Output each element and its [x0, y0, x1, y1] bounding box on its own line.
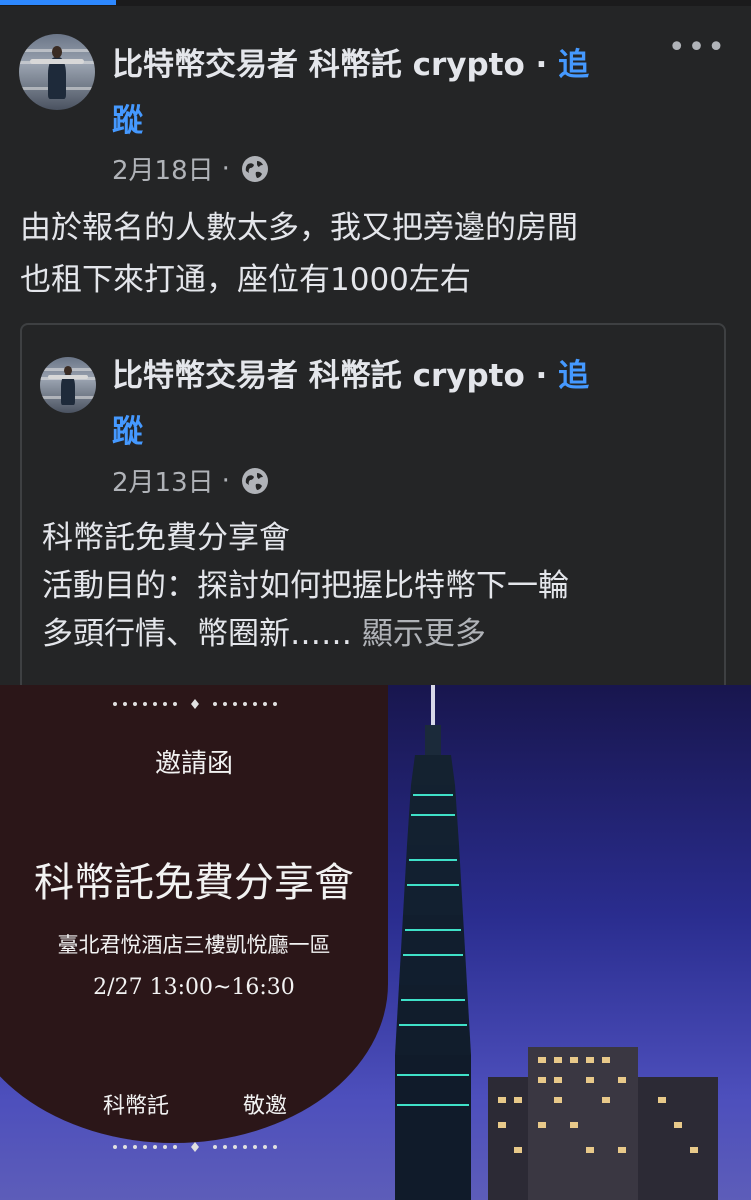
author-name[interactable]: 比特幣交易者 科幣託 crypto: [112, 47, 525, 83]
shared-text-line: 多頭行情、幣圈新…… 顯示更多: [42, 616, 486, 652]
shared-author-avatar[interactable]: [40, 357, 96, 413]
decorative-dots-bottom: [113, 1142, 277, 1152]
shared-author-name[interactable]: 比特幣交易者 科幣託 crypto: [112, 358, 525, 394]
progress-indicator: [0, 0, 116, 5]
separator: ·: [524, 358, 559, 394]
shared-author-line: 比特幣交易者 科幣託 crypto · 追: [112, 348, 589, 404]
date-separator: ·: [221, 465, 230, 496]
invitation-closing: 敬邀: [242, 1094, 287, 1119]
shared-text-line: 科幣託免費分享會: [42, 520, 290, 556]
post-date[interactable]: 2月18日: [112, 150, 214, 187]
more-options-icon[interactable]: •••: [668, 30, 727, 65]
globe-icon: [241, 155, 268, 182]
author-avatar[interactable]: [19, 34, 95, 110]
invitation-venue: 臺北君悅酒店三樓凱悅廳一區: [57, 933, 331, 957]
invitation-time: 2/27 13:00~16:30: [93, 975, 295, 1000]
post-text-line: 由於報名的人數太多，我又把旁邊的房間: [20, 210, 578, 246]
follow-link[interactable]: 追: [558, 47, 589, 83]
invitation-heading: 邀請函: [154, 749, 233, 779]
invitation-title: 科幣託免費分享會: [34, 860, 354, 906]
taipei-101-tower: [395, 685, 471, 1200]
post-body: 由於報名的人數太多，我又把旁邊的房間 也租下來打通，座位有1000左右: [20, 202, 720, 306]
decorative-dots-top: [113, 699, 277, 709]
shared-follow-link-continued[interactable]: 蹤: [112, 404, 143, 460]
shared-post-meta: 2月13日 ·: [112, 462, 270, 499]
date-separator: ·: [221, 153, 230, 184]
shared-follow-link[interactable]: 追: [558, 358, 589, 394]
hotel-building: [488, 1047, 718, 1200]
shared-text-line: 活動目的：探討如何把握比特幣下一輪: [42, 568, 569, 604]
see-more-link[interactable]: 顯示更多: [352, 616, 486, 652]
post-meta: 2月18日 ·: [112, 150, 270, 187]
follow-link-continued[interactable]: 蹤: [112, 93, 143, 149]
shared-post-body: 科幣託免費分享會 活動目的：探討如何把握比特幣下一輪 多頭行情、幣圈新…… 顯示…: [42, 514, 569, 658]
invitation-image[interactable]: 邀請函 科幣託免費分享會 臺北君悅酒店三樓凱悅廳一區 2/27 13:00~16…: [0, 685, 751, 1200]
invitation-host: 科幣託: [102, 1094, 169, 1119]
post-text-line: 也租下來打通，座位有1000左右: [20, 262, 471, 298]
separator: ·: [524, 47, 559, 83]
top-bar: [0, 0, 751, 6]
shared-post-date[interactable]: 2月13日: [112, 462, 214, 499]
globe-icon: [241, 467, 268, 494]
post-author-line: 比特幣交易者 科幣託 crypto · 追: [112, 37, 589, 93]
